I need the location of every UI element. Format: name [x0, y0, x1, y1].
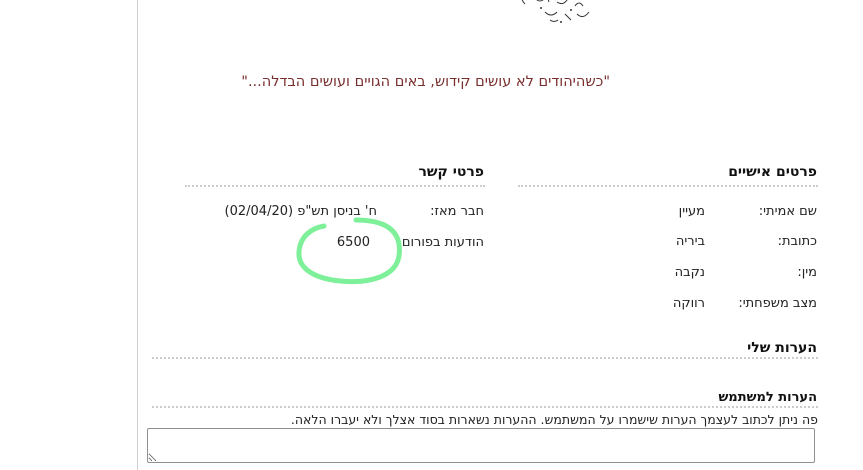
signature-doodle-image	[521, 0, 590, 23]
member-since-label: חבר מאז:	[430, 204, 484, 219]
my-notes-heading: הערות שלי	[747, 340, 817, 356]
highlight-circle-annotation	[296, 217, 402, 285]
address-label: כתובת:	[777, 234, 817, 249]
user-notes-divider	[152, 406, 818, 408]
contact-details-heading: פרטי קשר	[418, 164, 485, 180]
personal-details-divider	[518, 185, 818, 187]
gender-value: נקבה	[674, 265, 705, 280]
user-notes-heading: הערות למשתמש	[718, 390, 817, 405]
gender-label: מין:	[797, 265, 817, 280]
marital-status-value: רווקה	[672, 296, 705, 311]
forum-posts-label: הודעות בפורום	[401, 235, 484, 250]
real-name-value: מעיין	[678, 204, 705, 219]
address-value: ביריה	[675, 234, 705, 249]
signature-quote: "כשהיהודים לא עושים קידוש, באים הגויים ו…	[241, 74, 610, 90]
marital-status-label: מצב משפחתי:	[738, 296, 817, 311]
my-notes-divider	[152, 357, 818, 359]
user-notes-description: פה ניתן לכתוב לעצמך הערות שישמרו על המשת…	[290, 412, 818, 427]
content-border	[137, 0, 138, 470]
real-name-label: שם אמיתי:	[758, 204, 817, 219]
personal-details-heading: פרטים אישיים	[728, 164, 817, 180]
user-notes-textarea[interactable]	[147, 428, 815, 463]
contact-details-divider	[185, 185, 485, 187]
